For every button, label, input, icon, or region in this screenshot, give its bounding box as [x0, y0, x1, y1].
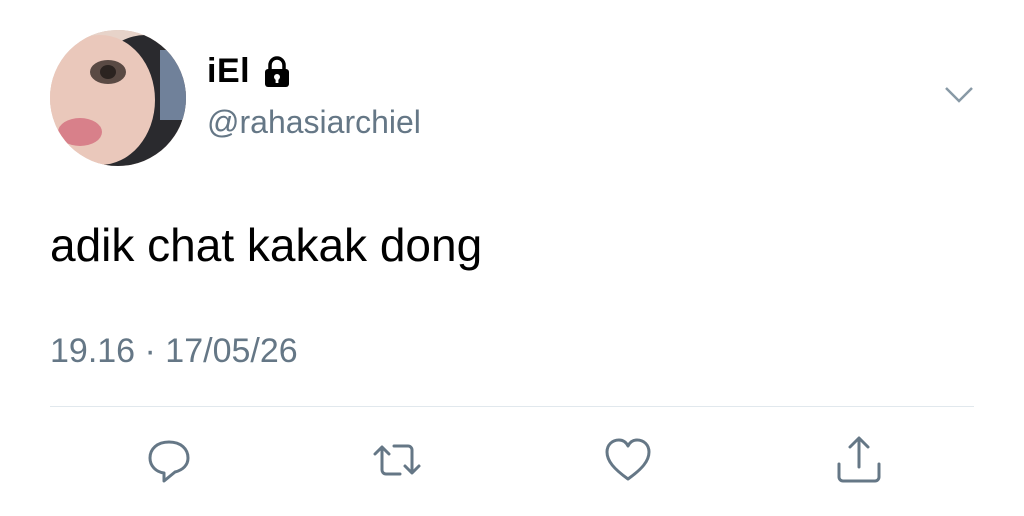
retweet-button[interactable]: [371, 434, 423, 486]
share-icon: [837, 436, 881, 483]
reply-button[interactable]: [143, 434, 195, 486]
avatar[interactable]: [50, 30, 186, 166]
tweet-timestamp[interactable]: 19.16 · 17/05/26: [50, 332, 298, 371]
divider: [50, 406, 974, 407]
retweet-icon: [373, 444, 421, 476]
reply-icon: [148, 440, 190, 483]
like-button[interactable]: [602, 434, 654, 486]
lock-icon: [260, 55, 294, 89]
avatar-image: [50, 30, 186, 166]
share-button[interactable]: [833, 434, 885, 486]
display-name[interactable]: iEl: [207, 52, 250, 91]
chevron-down-icon[interactable]: [944, 84, 974, 106]
tweet-text: adik chat kakak dong: [50, 219, 483, 271]
heart-icon: [605, 438, 651, 481]
user-handle[interactable]: @rahasiarchiel: [207, 104, 421, 141]
name-row: iEl: [207, 52, 294, 91]
